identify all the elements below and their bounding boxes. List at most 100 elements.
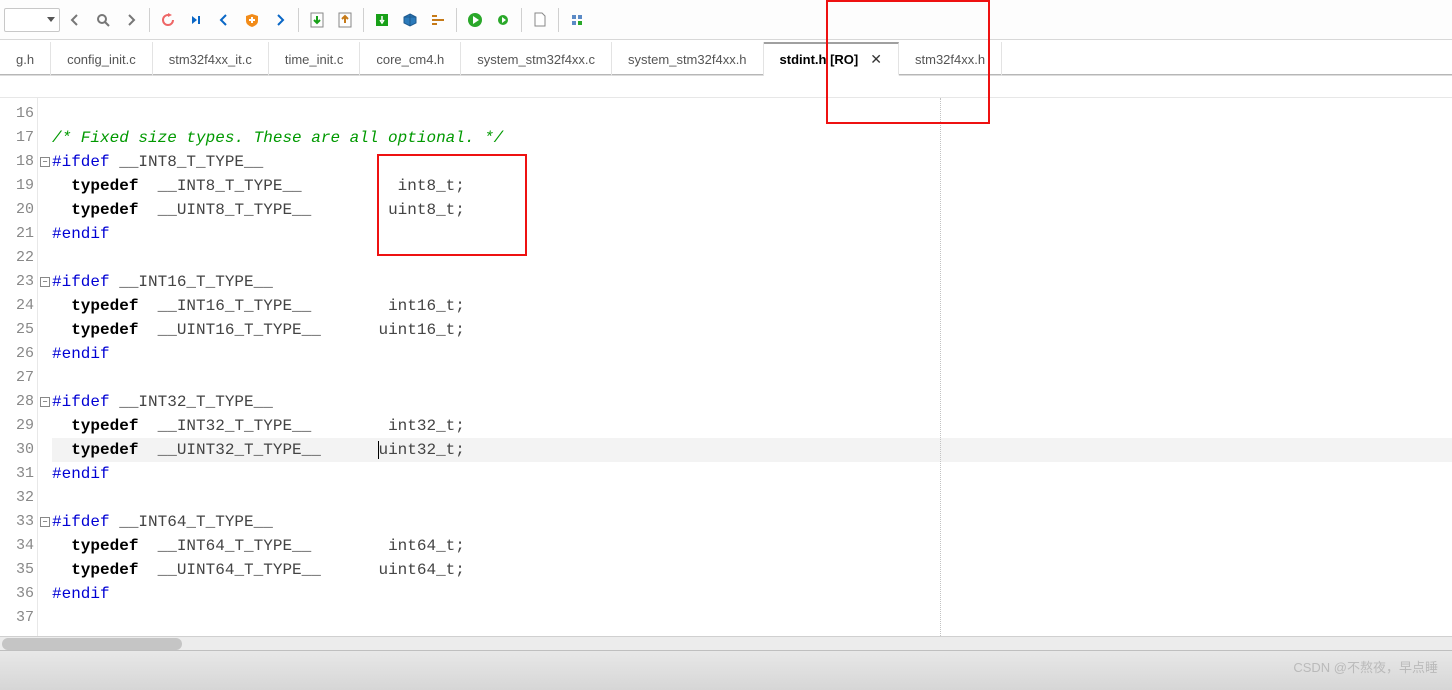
code-line	[52, 486, 1452, 510]
code-line: #ifdef __INT16_T_TYPE__	[52, 270, 1452, 294]
fold-cell	[38, 294, 52, 318]
tab-bar: g.h config_init.c stm32f4xx_it.c time_in…	[0, 40, 1452, 76]
tab-label: system_stm32f4xx.c	[477, 52, 595, 67]
line-number: 26	[0, 342, 37, 366]
restart-button[interactable]	[155, 7, 181, 33]
tab-system-stm32f4xx-h[interactable]: system_stm32f4xx.h	[612, 42, 764, 76]
project-dropdown[interactable]	[4, 8, 60, 32]
line-number: 24	[0, 294, 37, 318]
tab-time-init[interactable]: time_init.c	[269, 42, 361, 76]
line-number: 22	[0, 246, 37, 270]
fold-cell	[38, 366, 52, 390]
code-body[interactable]: /* Fixed size types. These are all optio…	[52, 98, 1452, 672]
tab-config-init[interactable]: config_init.c	[51, 42, 153, 76]
fold-cell	[38, 174, 52, 198]
tab-stm32f4xx-it[interactable]: stm32f4xx_it.c	[153, 42, 269, 76]
run-to-button[interactable]	[183, 7, 209, 33]
search-button[interactable]	[90, 7, 116, 33]
code-line: #ifdef __INT8_T_TYPE__	[52, 150, 1452, 174]
tab-stdint-h[interactable]: stdint.h [RO] ✕	[764, 42, 899, 76]
code-line	[52, 246, 1452, 270]
line-number: 16	[0, 102, 37, 126]
fold-column: − − − −	[38, 98, 52, 672]
tab-label: stdint.h [RO]	[780, 52, 859, 67]
nav-back-button[interactable]	[62, 7, 88, 33]
code-line: typedef __INT64_T_TYPE__ int64_t;	[52, 534, 1452, 558]
download-button[interactable]	[304, 7, 330, 33]
chevron-left-icon	[69, 14, 81, 26]
tab-label: stm32f4xx.h	[915, 52, 985, 67]
horizontal-scrollbar[interactable]	[0, 636, 1452, 650]
tab-system-stm32f4xx-c[interactable]: system_stm32f4xx.c	[461, 42, 612, 76]
code-line: typedef __UINT16_T_TYPE__ uint16_t;	[52, 318, 1452, 342]
separator	[558, 8, 559, 32]
fold-toggle[interactable]: −	[40, 397, 50, 407]
fold-cell	[38, 222, 52, 246]
line-number: 23	[0, 270, 37, 294]
line-number: 21	[0, 222, 37, 246]
indent-icon	[431, 14, 445, 26]
fold-cell: −	[38, 390, 52, 414]
cube-button[interactable]	[397, 7, 423, 33]
separator	[456, 8, 457, 32]
fold-toggle[interactable]: −	[40, 517, 50, 527]
nav-fwd-button[interactable]	[118, 7, 144, 33]
code-line: #ifdef __INT32_T_TYPE__	[52, 390, 1452, 414]
fold-cell	[38, 534, 52, 558]
fold-cell	[38, 246, 52, 270]
code-line: typedef __INT32_T_TYPE__ int32_t;	[52, 414, 1452, 438]
fold-toggle[interactable]: −	[40, 157, 50, 167]
code-line: /* Fixed size types. These are all optio…	[52, 126, 1452, 150]
line-number: 18	[0, 150, 37, 174]
file-icon	[534, 12, 546, 27]
fold-cell: −	[38, 150, 52, 174]
line-number: 25	[0, 318, 37, 342]
tab-g-h[interactable]: g.h	[0, 42, 51, 76]
tab-stm32f4xx-h[interactable]: stm32f4xx.h	[899, 42, 1002, 76]
tab-core-cm4[interactable]: core_cm4.h	[360, 42, 461, 76]
file-button[interactable]	[527, 7, 553, 33]
fold-cell	[38, 462, 52, 486]
code-line	[52, 102, 1452, 126]
save-button[interactable]	[369, 7, 395, 33]
tab-label: config_init.c	[67, 52, 136, 67]
line-number: 27	[0, 366, 37, 390]
scrollbar-thumb[interactable]	[2, 638, 182, 650]
reload-icon	[161, 13, 175, 27]
code-line: #ifdef __INT64_T_TYPE__	[52, 510, 1452, 534]
chevron-down-icon	[47, 17, 55, 22]
line-number: 20	[0, 198, 37, 222]
run-small-button[interactable]	[490, 7, 516, 33]
code-line: #endif	[52, 582, 1452, 606]
code-editor[interactable]: 1617181920212223242526272829303132333435…	[0, 98, 1452, 672]
fold-cell	[38, 102, 52, 126]
cube-icon	[403, 13, 417, 27]
fold-cell	[38, 198, 52, 222]
chevron-right-icon	[274, 14, 286, 26]
shield-icon	[245, 13, 259, 27]
upload-button[interactable]	[332, 7, 358, 33]
line-number: 33	[0, 510, 37, 534]
fold-cell	[38, 438, 52, 462]
tab-label: stm32f4xx_it.c	[169, 52, 252, 67]
separator	[363, 8, 364, 32]
step-out-button[interactable]	[267, 7, 293, 33]
separator	[298, 8, 299, 32]
db-button[interactable]	[564, 7, 590, 33]
line-number: 32	[0, 486, 37, 510]
download-icon	[310, 12, 324, 28]
line-number: 28	[0, 390, 37, 414]
close-icon[interactable]: ✕	[870, 51, 882, 68]
run-button[interactable]	[462, 7, 488, 33]
fold-toggle[interactable]: −	[40, 277, 50, 287]
indent-button[interactable]	[425, 7, 451, 33]
code-line: typedef __INT16_T_TYPE__ int16_t;	[52, 294, 1452, 318]
fold-cell	[38, 486, 52, 510]
tab-label: core_cm4.h	[376, 52, 444, 67]
line-number: 30	[0, 438, 37, 462]
database-icon	[570, 13, 584, 27]
breakpoint-button[interactable]	[239, 7, 265, 33]
line-number: 19	[0, 174, 37, 198]
step-in-button[interactable]	[211, 7, 237, 33]
line-number: 35	[0, 558, 37, 582]
